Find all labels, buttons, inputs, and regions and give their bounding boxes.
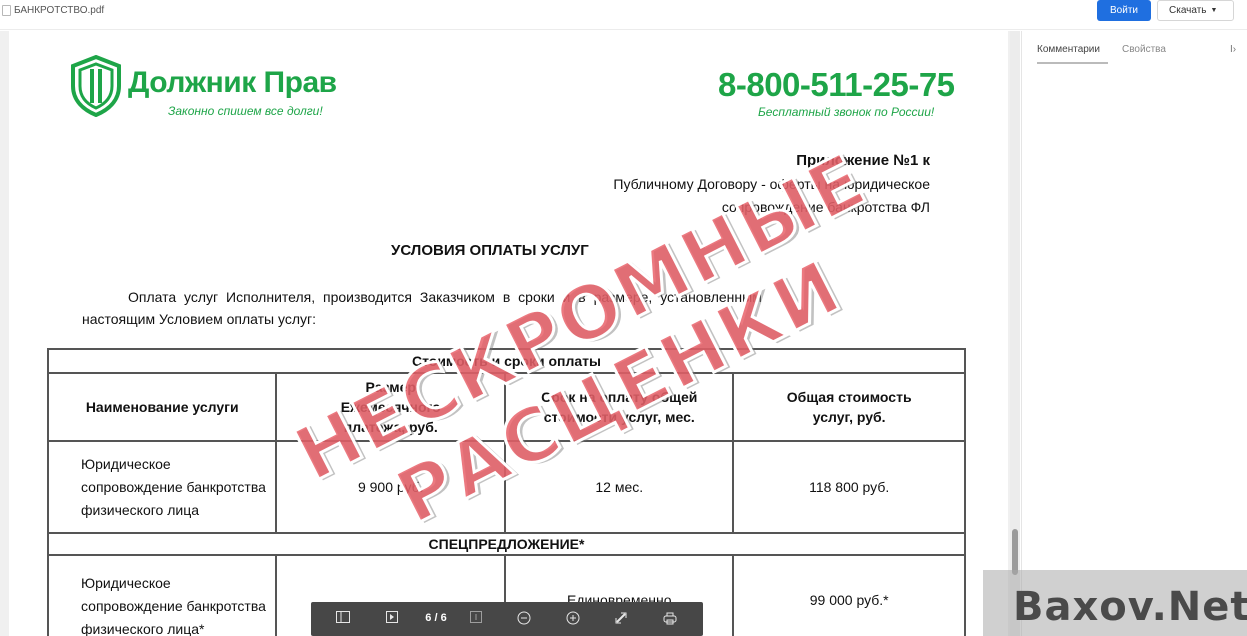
file-icon <box>2 5 11 16</box>
next-page-icon[interactable] <box>468 611 484 627</box>
top-bar: БАНКРОТСТВО.pdf Войти Скачать ▼ <box>0 0 1247 30</box>
phone-note: Бесплатный звонок по России! <box>758 105 935 119</box>
file-name: БАНКРОТСТВО.pdf <box>14 5 105 16</box>
watermark: Baxov.Net <box>983 570 1247 636</box>
shield-logo-icon <box>71 55 121 117</box>
appendix-line-2: сопровождение банкротства ФЛ <box>721 199 930 215</box>
zoom-in-icon[interactable] <box>565 611 581 627</box>
panel-collapse-icon[interactable]: I› <box>1230 44 1236 55</box>
download-button[interactable]: Скачать ▼ <box>1157 0 1234 21</box>
table-header-cell: Общая стоимость услуг, руб. <box>732 372 966 442</box>
table-row: Юридическое сопровождение банкротства фи… <box>46 440 966 534</box>
table-cell-term: 12 мес. <box>504 440 735 534</box>
paragraph-line-2: настоящим Условием оплаты услуг: <box>82 311 317 327</box>
tab-properties[interactable]: Свойства <box>1122 44 1166 55</box>
phone-number: 8-800-511-25-75 <box>718 66 955 103</box>
sidebar-toggle-icon[interactable] <box>335 611 351 627</box>
previous-page-icon[interactable] <box>384 611 400 627</box>
watermark-text: Baxov.Net <box>1013 584 1247 630</box>
fees-table: Стоимость и сроки оплаты Наименование ус… <box>46 348 966 636</box>
table-cell-service: Юридическое сопровождение банкротства фи… <box>46 554 278 636</box>
scrollbar[interactable] <box>1010 31 1020 636</box>
login-button[interactable]: Войти <box>1097 0 1151 21</box>
table-cell-total: 118 800 руб. <box>732 440 966 534</box>
right-panel: Комментарии Свойства I› <box>1021 31 1247 636</box>
table-special-row: СПЕЦПРЕДЛОЖЕНИЕ* <box>47 532 966 556</box>
appendix-title: Приложение №1 к <box>796 152 930 169</box>
document-title: УСЛОВИЯ ОПЛАТЫ УСЛУГ <box>391 242 589 259</box>
table-header-cell: Срок на оплату общей стоимости услуг, ме… <box>504 372 735 442</box>
print-icon[interactable] <box>662 611 678 627</box>
zoom-out-icon[interactable] <box>516 611 532 627</box>
special-offer-header: СПЕЦПРЕДЛОЖЕНИЕ* <box>47 532 966 556</box>
table-header-cell: Наименование услуги <box>46 372 278 442</box>
download-label: Скачать <box>1169 5 1207 16</box>
paragraph-line-1: Оплата услуг Исполнителя, производится З… <box>128 289 762 305</box>
appendix-line-1: Публичному Договору - оферты на юридичес… <box>613 176 930 192</box>
table-cell-total: 99 000 руб.* <box>732 554 966 636</box>
company-tagline: Законно спишем все долги! <box>168 104 323 118</box>
table-merged-header-row: Стоимость и сроки оплаты <box>47 348 966 374</box>
table-cell-service: Юридическое сопровождение банкротства фи… <box>46 440 278 534</box>
company-name: Должник Прав <box>128 66 337 99</box>
table-header-cell: Размер Ежемесячного платежа, руб. <box>275 372 507 442</box>
table-header-row: Наименование услуги Размер Ежемесячного … <box>46 372 966 442</box>
chevron-down-icon: ▼ <box>1210 7 1218 14</box>
scroll-thumb[interactable] <box>1012 529 1018 575</box>
table-cell-monthly: 9 900 руб. <box>275 440 507 534</box>
pdf-toolbar: 6 / 6 <box>311 602 703 636</box>
page-indicator[interactable]: 6 / 6 <box>419 612 453 624</box>
table-merged-header: Стоимость и сроки оплаты <box>47 348 966 374</box>
tab-comments[interactable]: Комментарии <box>1037 44 1108 64</box>
fullscreen-icon[interactable] <box>613 611 629 627</box>
